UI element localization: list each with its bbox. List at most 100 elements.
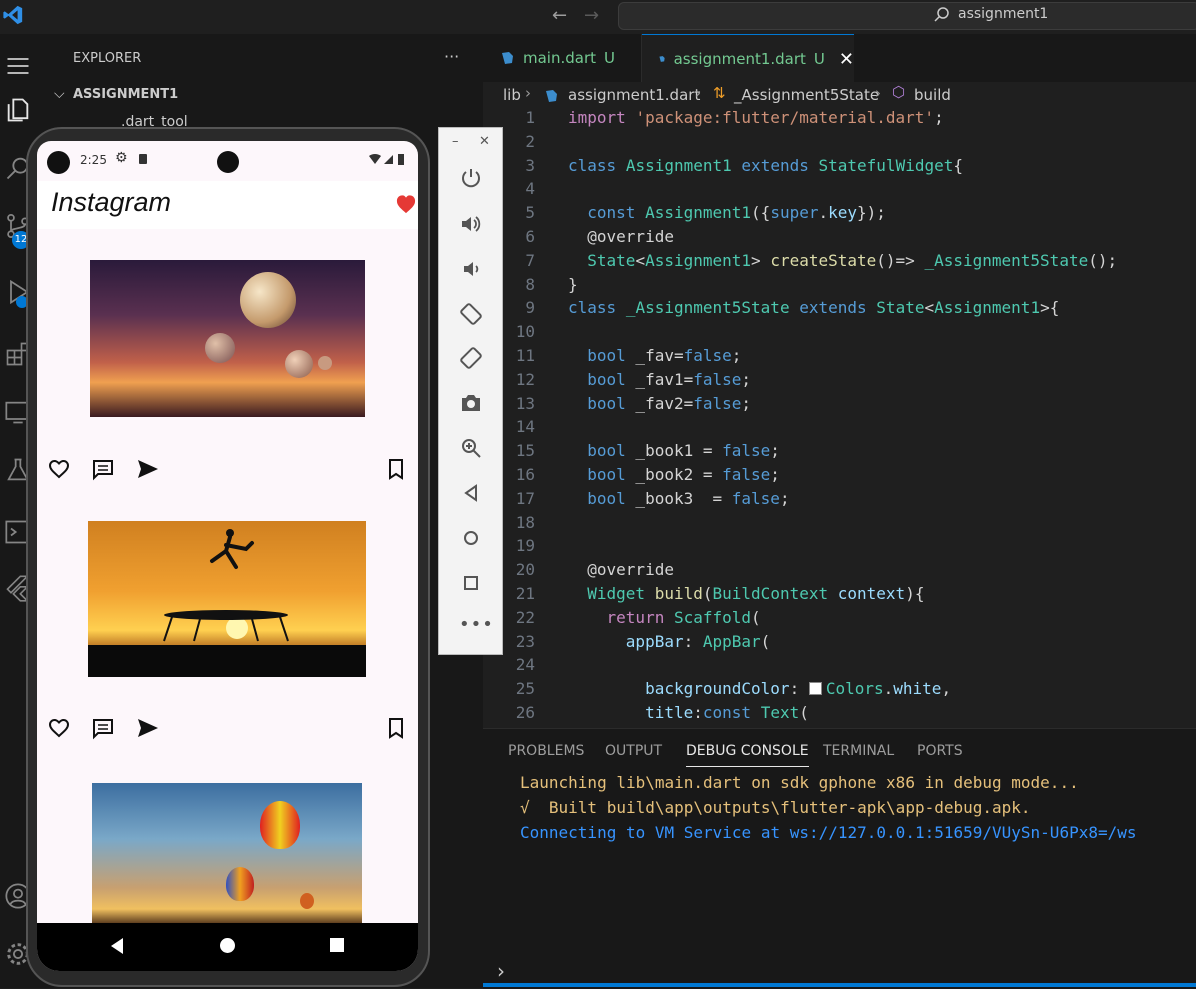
nav-home-icon[interactable] <box>220 938 235 953</box>
code-line: title:const Text( <box>645 703 809 722</box>
nav-recents-icon[interactable] <box>330 938 344 952</box>
tab-ports[interactable]: PORTS <box>917 743 963 759</box>
app-title: Instagram <box>51 187 172 217</box>
chevron-down-icon: ⌵ <box>54 86 65 102</box>
rotate-right-icon[interactable] <box>459 346 483 370</box>
volume-up-icon[interactable] <box>459 212 483 236</box>
phone-screen: 2:25 ⚙ Instagram <box>37 141 418 971</box>
line-number: 26 <box>515 703 535 722</box>
balloon-shape <box>226 867 254 901</box>
code-line: backgroundColor: Colors.white, <box>645 679 952 699</box>
code-line: import 'package:flutter/material.dart'; <box>568 108 944 127</box>
phone-time: 2:25 <box>80 153 107 167</box>
nav-back-icon[interactable] <box>109 937 125 955</box>
tab-main-dart[interactable]: main.dart U <box>483 34 642 82</box>
breadcrumb-method[interactable]: build <box>914 86 951 104</box>
class-icon: ⇅ <box>713 84 726 102</box>
command-center-search[interactable] <box>618 2 1196 30</box>
back-arrow-icon[interactable]: ← <box>552 5 567 26</box>
send-icon[interactable] <box>136 457 160 481</box>
planet-shape <box>285 350 313 378</box>
code-line: @override <box>587 560 674 580</box>
menu-icon[interactable] <box>4 52 32 80</box>
app-bar: Instagram <box>37 181 418 229</box>
method-icon: ⬡ <box>892 83 906 101</box>
rotate-left-icon[interactable] <box>459 302 483 326</box>
breadcrumb-lib[interactable]: lib <box>503 86 521 104</box>
console-line: Connecting to VM Service at ws://127.0.0… <box>520 823 1137 842</box>
power-icon[interactable] <box>459 166 483 190</box>
forward-arrow-icon[interactable]: → <box>584 5 599 26</box>
like-heart-outline-icon[interactable] <box>47 457 71 481</box>
jumper-silhouette-shape <box>210 529 254 569</box>
tab-problems[interactable]: PROBLEMS <box>508 743 584 759</box>
code-line: State<Assignment1> createState()=> _Assi… <box>587 250 1118 270</box>
workspace-root[interactable]: ASSIGNMENT1 <box>73 87 178 102</box>
settings-small-icon: ⚙ <box>115 150 128 166</box>
explorer-more-button[interactable]: ··· <box>444 47 459 66</box>
console-line: √ Built build\app\outputs\flutter-apk\ap… <box>520 798 1031 817</box>
home-icon[interactable] <box>459 526 483 550</box>
code-line: bool _fav2=false; <box>587 393 752 413</box>
bottom-panel: PROBLEMS OUTPUT DEBUG CONSOLE TERMINAL P… <box>483 728 1196 989</box>
search-text: assignment1 <box>958 6 1049 22</box>
search-icon <box>934 7 949 22</box>
breadcrumb: lib › assignment1.dart › ⇅ _Assignment5S… <box>483 82 1196 110</box>
close-icon[interactable]: ✕ <box>839 49 854 70</box>
post-image-planets <box>90 260 365 417</box>
vscode-logo-icon <box>3 5 23 25</box>
line-number: 1 <box>525 108 535 127</box>
explorer-header: EXPLORER <box>73 51 142 66</box>
code-line: bool _book2 = false; <box>587 465 780 484</box>
tab-debug-console[interactable]: DEBUG CONSOLE <box>686 743 809 767</box>
comment-icon[interactable] <box>91 457 115 481</box>
more-options-icon[interactable]: ••• <box>459 614 494 635</box>
status-bar-strip <box>483 983 1196 987</box>
comment-icon[interactable] <box>91 716 115 740</box>
dart-file-icon <box>502 52 513 64</box>
code-line: return Scaffold( <box>606 607 761 627</box>
breadcrumb-class[interactable]: _Assignment5State <box>734 86 879 104</box>
balloon-shape <box>300 893 314 909</box>
dart-file-icon <box>546 90 557 102</box>
dart-file-icon <box>659 56 665 62</box>
console-prompt-icon[interactable]: › <box>497 959 505 983</box>
tab-status: U <box>813 50 825 68</box>
close-icon[interactable]: ✕ <box>479 134 490 149</box>
post-image-balloons <box>92 783 362 923</box>
code-line: Widget build(BuildContext context){ <box>587 584 925 603</box>
send-icon[interactable] <box>136 716 160 740</box>
bookmark-outline-icon[interactable] <box>384 457 408 481</box>
front-camera-icon <box>217 151 239 173</box>
overview-icon[interactable] <box>459 571 483 595</box>
console-line: Launching lib\main.dart on sdk gphone x8… <box>520 773 1079 792</box>
tab-label: assignment1.dart <box>673 50 806 68</box>
emulator-toolbar: – ✕ ••• <box>438 127 503 655</box>
tab-terminal[interactable]: TERMINAL <box>823 743 894 759</box>
android-nav-bar <box>37 923 418 971</box>
breadcrumb-file[interactable]: assignment1.dart <box>568 86 700 104</box>
back-icon[interactable] <box>459 481 483 505</box>
code-editor[interactable]: 1 import 'package:flutter/material.dart';… <box>483 108 1196 728</box>
trampoline-shape <box>163 610 289 642</box>
planet-shape <box>240 272 296 328</box>
chevron-right-icon: › <box>875 84 881 102</box>
phone-status-bar: 2:25 ⚙ <box>37 141 418 181</box>
volume-down-icon[interactable] <box>459 257 483 281</box>
chevron-right-icon: › <box>695 84 701 102</box>
code-line: bool _fav=false; <box>587 346 742 365</box>
tab-output[interactable]: OUTPUT <box>605 743 662 759</box>
tab-assignment1-dart[interactable]: assignment1.dart U ✕ <box>642 34 854 83</box>
editor-tabs: main.dart U assignment1.dart U ✕ <box>483 34 1196 83</box>
code-line: bool _book1 = false; <box>587 441 780 461</box>
camera-icon[interactable] <box>459 391 483 415</box>
minimize-icon[interactable]: – <box>452 134 459 149</box>
files-icon[interactable] <box>4 96 32 124</box>
code-line: class Assignment1 extends StatefulWidget… <box>568 155 963 175</box>
bookmark-outline-icon[interactable] <box>384 716 408 740</box>
like-heart-outline-icon[interactable] <box>47 716 71 740</box>
code-line: @override <box>587 227 674 246</box>
favorite-heart-icon[interactable] <box>395 194 417 214</box>
zoom-icon[interactable] <box>459 436 483 460</box>
code-line: class _Assignment5State extends State<As… <box>568 298 1060 318</box>
